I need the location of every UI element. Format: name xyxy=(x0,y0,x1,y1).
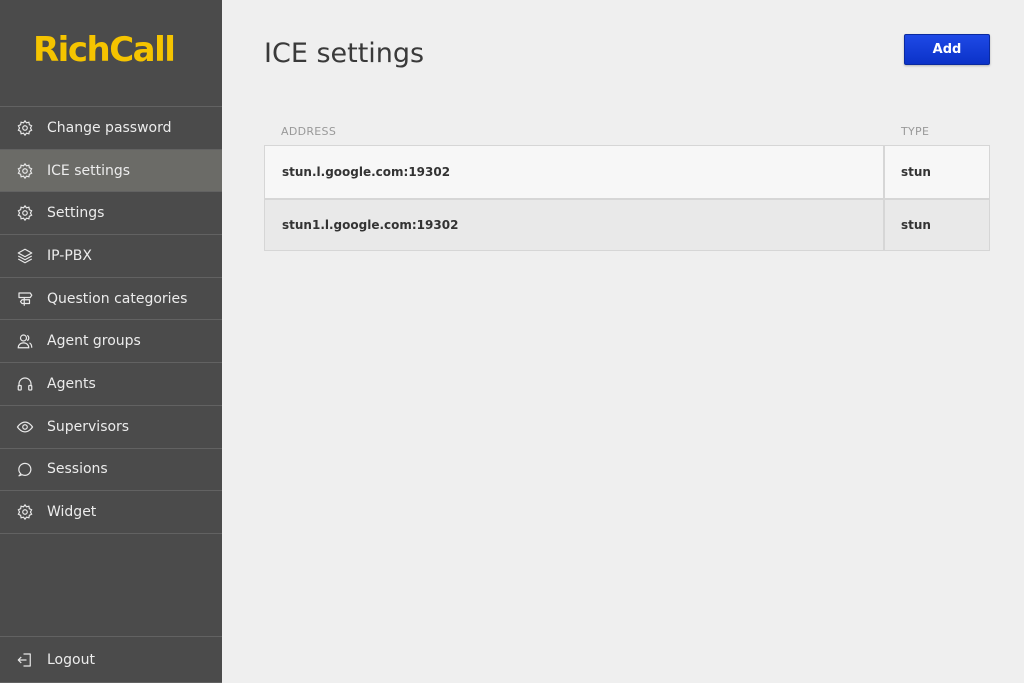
user-group-icon xyxy=(0,320,47,362)
logout-label: Logout xyxy=(47,651,95,668)
gear-icon xyxy=(0,150,47,192)
sidebar-item-label: IP-PBX xyxy=(47,247,92,264)
sidebar-item-ice-settings[interactable]: ICE settings xyxy=(0,149,222,193)
sidebar-item-sessions[interactable]: Sessions xyxy=(0,449,222,492)
sidebar-item-label: Change password xyxy=(47,119,172,136)
sidebar-item-question-categories[interactable]: Question categories xyxy=(0,278,222,321)
sidebar-item-label: Sessions xyxy=(47,461,108,478)
sidebar-item-settings[interactable]: Settings xyxy=(0,192,222,236)
logout-button[interactable]: Logout xyxy=(0,636,222,683)
eye-icon xyxy=(0,406,47,448)
sidebar-item-change-password[interactable]: Change password xyxy=(0,107,222,150)
type-cell: stun xyxy=(901,218,931,232)
headset-icon xyxy=(0,363,47,405)
sidebar-item-label: ICE settings xyxy=(47,162,131,179)
sidebar-item-supervisors[interactable]: Supervisors xyxy=(0,406,222,449)
sidebar-item-label: Widget xyxy=(47,504,97,521)
main-content: ICE settings Add ADDRESS TYPE stun.l.goo… xyxy=(222,0,1024,683)
column-header-address: ADDRESS xyxy=(281,125,337,138)
type-cell: stun xyxy=(901,165,931,179)
brand-logo: RichCall xyxy=(33,30,176,70)
sidebar: RichCall Change password ICE settings Se… xyxy=(0,0,222,683)
gear-icon xyxy=(0,192,47,234)
layers-icon xyxy=(0,235,47,277)
sidebar-item-label: Supervisors xyxy=(47,418,130,435)
logout-icon xyxy=(0,637,47,682)
add-button[interactable]: Add xyxy=(904,34,990,65)
column-header-type: TYPE xyxy=(901,125,930,138)
sidebar-nav: Change password ICE settings Settings IP… xyxy=(0,106,222,534)
sidebar-item-widget[interactable]: Widget xyxy=(0,491,222,534)
table-row[interactable]: stun.l.google.com:19302 stun xyxy=(265,146,989,198)
address-cell: stun.l.google.com:19302 xyxy=(265,146,885,198)
signpost-icon xyxy=(0,278,47,320)
sidebar-item-label: Settings xyxy=(47,205,105,222)
sidebar-item-label: Agents xyxy=(47,375,96,392)
sidebar-item-label: Question categories xyxy=(47,290,188,307)
sidebar-item-ip-pbx[interactable]: IP-PBX xyxy=(0,235,222,278)
table-body: stun.l.google.com:19302 stun stun1.l.goo… xyxy=(264,145,990,251)
sidebar-item-agent-groups[interactable]: Agent groups xyxy=(0,320,222,364)
page-title: ICE settings xyxy=(264,38,425,69)
table-header: ADDRESS TYPE xyxy=(264,125,990,145)
table-row[interactable]: stun1.l.google.com:19302 stun xyxy=(265,198,989,250)
gear-icon xyxy=(0,491,47,533)
address-cell: stun1.l.google.com:19302 xyxy=(265,200,885,250)
speech-bubble-icon xyxy=(0,449,47,491)
gear-icon xyxy=(0,107,47,149)
ice-servers-table: ADDRESS TYPE stun.l.google.com:19302 stu… xyxy=(264,125,990,251)
sidebar-item-agents[interactable]: Agents xyxy=(0,363,222,406)
sidebar-item-label: Agent groups xyxy=(47,333,141,350)
